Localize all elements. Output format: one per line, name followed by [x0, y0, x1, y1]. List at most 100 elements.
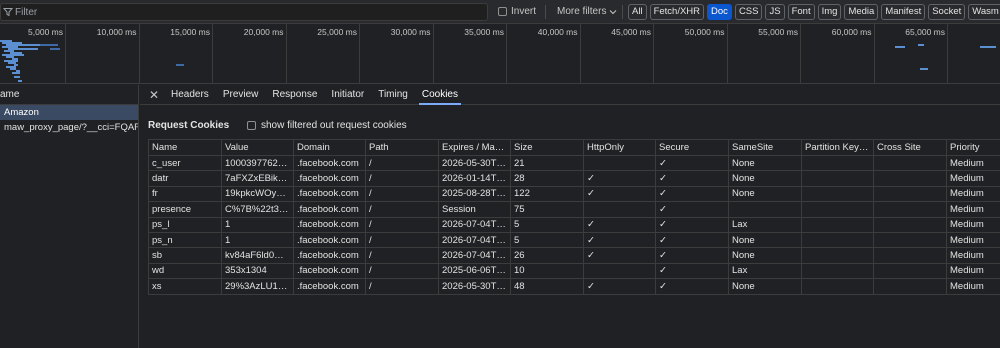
cell-secure: ✓ — [655, 231, 729, 249]
cell-samesite: Lax — [728, 262, 802, 280]
cell-size: 122 — [510, 185, 584, 203]
cell-secure: ✓ — [655, 278, 729, 295]
cell-cross-site — [873, 247, 947, 264]
type-filter-wasm[interactable]: Wasm — [968, 4, 1000, 20]
filter-field[interactable] — [0, 3, 488, 21]
show-filtered-toggle[interactable]: show filtered out request cookies — [247, 120, 407, 131]
more-filters-dropdown[interactable]: More filters — [557, 6, 617, 17]
cell-value: 1 — [221, 231, 294, 249]
table-row[interactable]: datr 7aFXZxEBik6z... .facebook.com/2026-01… — [148, 170, 1000, 187]
cell-httponly — [583, 201, 656, 218]
table-row[interactable]: wd 353x1304 .facebook.com/2025-06-06T0... 1… — [148, 262, 1000, 280]
column-header[interactable]: Secure — [655, 139, 729, 156]
waterfall-bar — [40, 44, 58, 46]
cell-cross-site — [873, 201, 947, 218]
timeline-tick-label: 20,000 ms — [243, 27, 284, 37]
type-filter-socket[interactable]: Socket — [928, 4, 966, 20]
tab-headers[interactable]: Headers — [164, 85, 216, 105]
column-header[interactable]: Domain — [293, 139, 366, 156]
cell-priority: Medium — [946, 247, 1000, 264]
timeline-gridline — [800, 24, 801, 83]
timeline-gridline — [947, 24, 948, 83]
tab-initiator[interactable]: Initiator — [324, 85, 371, 105]
table-row[interactable]: c_user 10003977622... .facebook.com/2026-0… — [148, 154, 1000, 172]
cell-priority: Medium — [946, 170, 1000, 187]
column-header[interactable]: Priority — [946, 139, 1000, 156]
column-header[interactable]: Cross Site — [873, 139, 947, 156]
column-header[interactable]: Name — [148, 139, 222, 156]
cell-domain: .facebook.com — [293, 170, 366, 187]
type-filter-img[interactable]: Img — [817, 4, 842, 20]
table-row[interactable]: presence C%7B%22t3%... .facebook.com / Sessi… — [148, 201, 1000, 218]
cell-path: / — [365, 231, 439, 249]
type-filter-manifest[interactable]: Manifest — [881, 4, 926, 20]
cell-value: 19kpkcWOy6L... — [221, 185, 294, 203]
tab-timing[interactable]: Timing — [371, 85, 415, 105]
waterfall-bar — [50, 48, 60, 50]
column-header[interactable]: Value — [221, 139, 294, 156]
type-filter-all[interactable]: All — [628, 4, 647, 20]
column-header[interactable]: HttpOnly — [583, 139, 656, 156]
close-icon[interactable]: ✕ — [144, 88, 164, 102]
request-row[interactable]: Amazon — [0, 105, 138, 120]
cell-httponly: ✓ — [583, 170, 656, 187]
cell-domain: .facebook.com — [293, 231, 366, 249]
timeline-gridline — [873, 24, 875, 83]
type-filter-css[interactable]: CSS — [734, 4, 763, 20]
timeline-tick-label: 60,000 ms — [831, 27, 872, 37]
cell-value: 353x1304 — [221, 262, 294, 280]
cell-value: kv84aF6ld0Ma... — [221, 247, 294, 264]
timeline-tick-label: 10,000 ms — [96, 27, 137, 37]
name-column-header[interactable]: ame — [0, 85, 138, 105]
tab-preview[interactable]: Preview — [216, 85, 266, 105]
cell-size: 28 — [510, 170, 584, 187]
table-row[interactable]: fr 19kpkcWOy6L... .facebook.com/2025-08-28… — [148, 185, 1000, 203]
filter-input[interactable] — [15, 5, 475, 19]
invert-toggle[interactable]: Invert — [498, 6, 536, 17]
cell-name: xs — [148, 278, 222, 295]
type-filter-js[interactable]: JS — [765, 4, 785, 20]
column-header[interactable]: Expires / Max-... — [438, 139, 511, 156]
type-filter-media[interactable]: Media — [844, 4, 879, 20]
column-header[interactable]: Partition Key S... — [801, 139, 874, 156]
cell-partition-key — [801, 170, 874, 187]
invert-checkbox[interactable] — [498, 7, 507, 16]
table-row[interactable]: xs 29%3AzLU1Be... .facebook.com/2026-05-30… — [148, 278, 1000, 295]
type-filter-doc[interactable]: Doc — [707, 4, 732, 20]
type-filter-font[interactable]: Font — [787, 4, 815, 20]
cell-expires: 2026-07-04T0... — [438, 247, 511, 264]
table-header-row: Name Value Domain Path Expires / Max-... Size… — [148, 139, 1000, 156]
tab-response[interactable]: Response — [265, 85, 324, 105]
cell-path: / — [365, 278, 439, 295]
cell-partition-key — [801, 201, 874, 218]
waterfall-bar — [18, 80, 22, 82]
cell-value: 7aFXZxEBik6z... — [221, 170, 294, 187]
cell-expires: 2026-01-14T0... — [438, 170, 511, 187]
cell-path: / — [365, 170, 439, 187]
cell-name: presence — [148, 201, 222, 218]
cell-secure: ✓ — [655, 154, 729, 172]
cell-samesite: None — [728, 185, 802, 203]
network-overview-timeline[interactable]: 5,000 ms 10,000 ms 15,000 ms 20,000 ms 25,00… — [0, 24, 1000, 84]
column-header[interactable]: SameSite — [728, 139, 802, 156]
table-row[interactable]: ps_l 1 .facebook.com/2026-07-04T0... 5 ✓ ✓ Lax… — [148, 216, 1000, 233]
column-header[interactable]: Path — [365, 139, 439, 156]
cell-httponly: ✓ — [583, 247, 656, 264]
cell-path: / — [365, 185, 439, 203]
request-row[interactable]: maw_proxy_page/?__cci=FQAR... — [0, 120, 138, 135]
type-filter-fetch-xhr[interactable]: Fetch/XHR — [649, 4, 705, 20]
show-filtered-checkbox[interactable] — [247, 121, 256, 130]
cell-path: / — [365, 201, 439, 218]
cell-cross-site — [873, 262, 947, 280]
cell-domain: .facebook.com — [293, 201, 366, 218]
table-row[interactable]: sb kv84aF6ld0Ma... .facebook.com/2026-07-0… — [148, 247, 1000, 264]
cell-path: / — [365, 262, 439, 280]
cell-name: ps_n — [148, 231, 222, 249]
cell-domain: .facebook.com — [293, 216, 366, 233]
tab-cookies[interactable]: Cookies — [415, 85, 465, 105]
table-row[interactable]: ps_n 1 .facebook.com/2026-07-04T0... 5 ✓ ✓ Non… — [148, 231, 1000, 249]
waterfall-bar — [895, 46, 905, 48]
cell-path: / — [365, 154, 439, 172]
cell-priority: Medium — [946, 231, 1000, 249]
column-header[interactable]: Size — [510, 139, 584, 156]
